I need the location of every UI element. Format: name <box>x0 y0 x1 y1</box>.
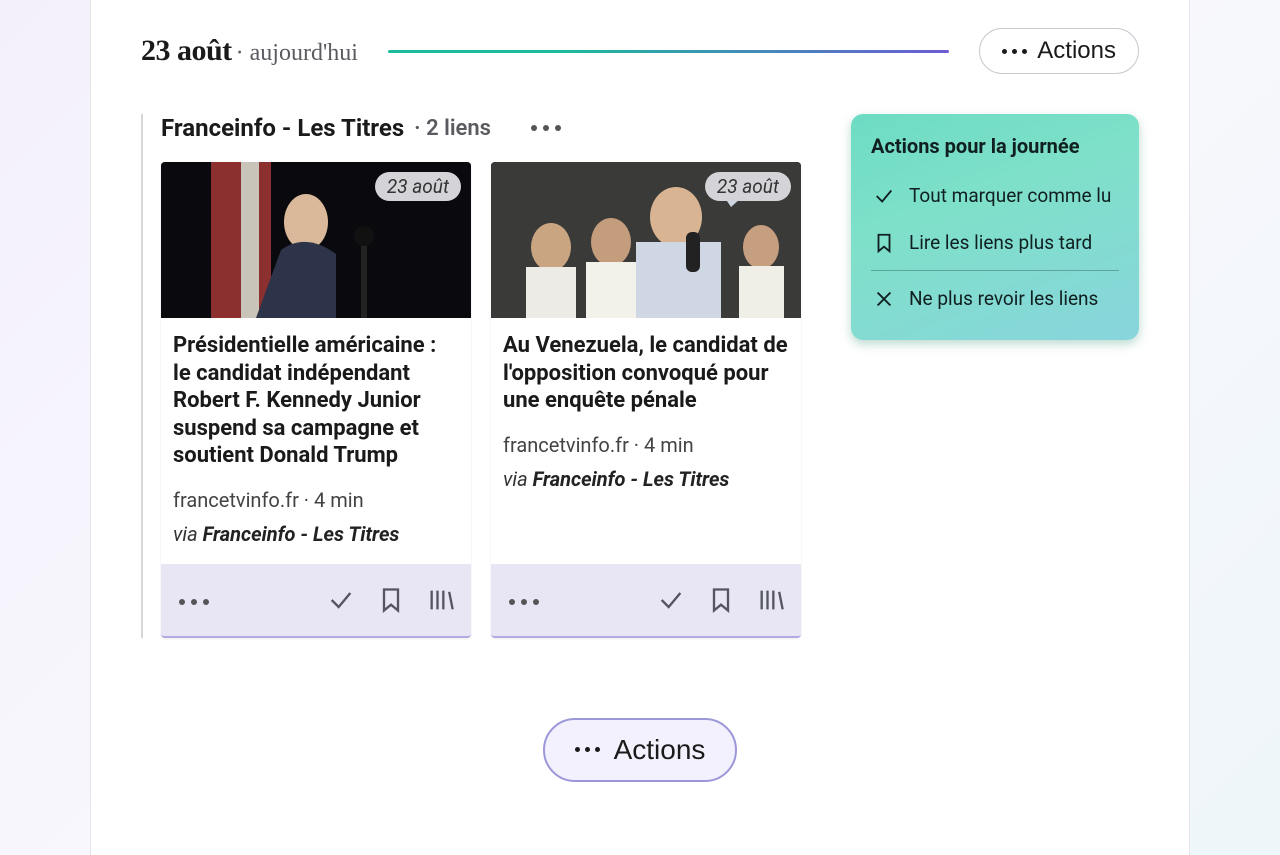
article-source: via Franceinfo - Les Titres <box>173 522 459 546</box>
date-subtitle: · aujourd'hui <box>236 40 358 66</box>
content: 23 août · aujourd'hui Actions Franceinfo… <box>91 0 1189 782</box>
day-header: 23 août · aujourd'hui Actions <box>141 28 1139 74</box>
panel-read-later[interactable]: Lire les liens plus tard <box>865 219 1125 266</box>
dots-icon <box>1002 49 1027 54</box>
panel-dismiss[interactable]: Ne plus revoir les liens <box>865 275 1125 322</box>
mark-read-button[interactable] <box>321 580 361 620</box>
actions-label: Actions <box>614 734 706 766</box>
cards-row: 23 août Présidentielle américaine : le c… <box>161 162 821 638</box>
actions-label: Actions <box>1037 37 1116 65</box>
card-more-button[interactable] <box>501 595 547 609</box>
article-date-badge: 23 août <box>705 172 791 201</box>
date-title: 23 août <box>141 34 232 67</box>
bottom-actions-button[interactable]: Actions <box>543 718 738 782</box>
header-divider <box>388 50 949 53</box>
article-image: 23 août <box>161 162 471 318</box>
feed-title: Franceinfo - Les Titres <box>161 114 404 142</box>
bookmark-icon <box>707 586 735 614</box>
article-title: Au Venezuela, le candidat de l'oppositio… <box>503 332 789 415</box>
panel-item-label: Lire les liens plus tard <box>909 231 1092 254</box>
app-container: 23 août · aujourd'hui Actions Franceinfo… <box>90 0 1190 855</box>
article-body: Présidentielle américaine : le candidat … <box>161 318 471 564</box>
library-button[interactable] <box>751 580 791 620</box>
feed-header: Franceinfo - Les Titres · 2 liens <box>161 114 821 142</box>
library-icon <box>757 586 785 614</box>
bottom-actions: Actions <box>141 718 1139 782</box>
library-button[interactable] <box>421 580 461 620</box>
panel-title: Actions pour la journée <box>865 134 1125 172</box>
bookmark-icon <box>377 586 405 614</box>
article-card[interactable]: 23 août Présidentielle américaine : le c… <box>161 162 471 638</box>
check-icon <box>657 586 685 614</box>
close-icon <box>873 288 895 310</box>
check-icon <box>873 185 895 207</box>
feed-column: Franceinfo - Les Titres · 2 liens <box>141 114 821 638</box>
feed-link-count: · 2 liens <box>414 116 491 141</box>
day-actions-button[interactable]: Actions <box>979 28 1139 74</box>
main-row: Franceinfo - Les Titres · 2 liens <box>141 114 1139 638</box>
article-date-badge: 23 août <box>375 172 461 201</box>
feed-more-button[interactable] <box>531 125 561 131</box>
panel-item-label: Ne plus revoir les liens <box>909 287 1098 310</box>
via-label: via <box>173 522 203 546</box>
article-footer <box>161 564 471 636</box>
article-card[interactable]: 23 août Au Venezuela, le candidat de l'o… <box>491 162 801 638</box>
check-icon <box>327 586 355 614</box>
dots-icon <box>575 747 600 752</box>
bookmark-icon <box>873 232 895 254</box>
date-block: 23 août · aujourd'hui <box>141 34 358 68</box>
article-footer <box>491 564 801 636</box>
via-source-name: Franceinfo - Les Titres <box>533 467 730 491</box>
via-label: via <box>503 467 533 491</box>
bookmark-button[interactable] <box>701 580 741 620</box>
card-more-button[interactable] <box>171 595 217 609</box>
article-body: Au Venezuela, le candidat de l'oppositio… <box>491 318 801 564</box>
panel-divider <box>871 270 1119 271</box>
day-actions-panel: Actions pour la journée Tout marquer com… <box>851 114 1139 340</box>
mark-read-button[interactable] <box>651 580 691 620</box>
article-meta: francetvinfo.fr · 4 min <box>173 488 459 512</box>
article-meta: francetvinfo.fr · 4 min <box>503 433 789 457</box>
bookmark-button[interactable] <box>371 580 411 620</box>
panel-mark-all-read[interactable]: Tout marquer comme lu <box>865 172 1125 219</box>
article-source: via Franceinfo - Les Titres <box>503 467 789 491</box>
panel-item-label: Tout marquer comme lu <box>909 184 1111 207</box>
via-source-name: Franceinfo - Les Titres <box>203 522 400 546</box>
library-icon <box>427 586 455 614</box>
article-title: Présidentielle américaine : le candidat … <box>173 332 459 470</box>
article-image: 23 août <box>491 162 801 318</box>
